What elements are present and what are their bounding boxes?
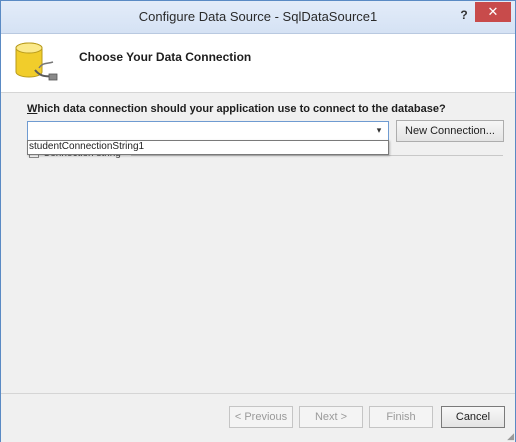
wizard-content: Which data connection should your applic… — [1, 93, 515, 393]
access-key: W — [27, 103, 38, 115]
new-connection-button[interactable]: New Connection... — [396, 120, 504, 142]
connection-question-label: Which data connection should your applic… — [27, 103, 446, 115]
configure-data-source-dialog: Configure Data Source - SqlDataSource1 ?… — [0, 0, 516, 442]
page-title: Choose Your Data Connection — [79, 50, 252, 64]
previous-button[interactable]: < Previous — [229, 406, 293, 428]
help-button[interactable]: ? — [453, 5, 475, 25]
connection-combobox[interactable]: ▾ — [27, 121, 389, 141]
wizard-footer: < Previous Next > Finish Cancel ◢ — [1, 393, 515, 442]
next-button[interactable]: Next > — [299, 406, 363, 428]
list-item[interactable]: studentConnectionString1 — [29, 141, 144, 153]
cancel-button[interactable]: Cancel — [441, 406, 505, 428]
resize-grip-icon[interactable]: ◢ — [504, 431, 514, 441]
close-button[interactable]: ✕ — [475, 2, 511, 22]
divider — [131, 155, 503, 156]
wizard-header: Choose Your Data Connection — [1, 34, 515, 93]
database-icon — [15, 42, 58, 81]
title-bar[interactable]: Configure Data Source - SqlDataSource1 ?… — [1, 1, 515, 34]
question-text: hich data connection should your applica… — [37, 103, 446, 115]
chevron-down-icon[interactable]: ▾ — [372, 123, 386, 138]
window-title: Configure Data Source - SqlDataSource1 — [138, 9, 378, 24]
close-icon: ✕ — [487, 4, 499, 19]
connection-dropdown-list: studentConnectionString1 — [27, 140, 389, 155]
finish-button[interactable]: Finish — [369, 406, 433, 428]
